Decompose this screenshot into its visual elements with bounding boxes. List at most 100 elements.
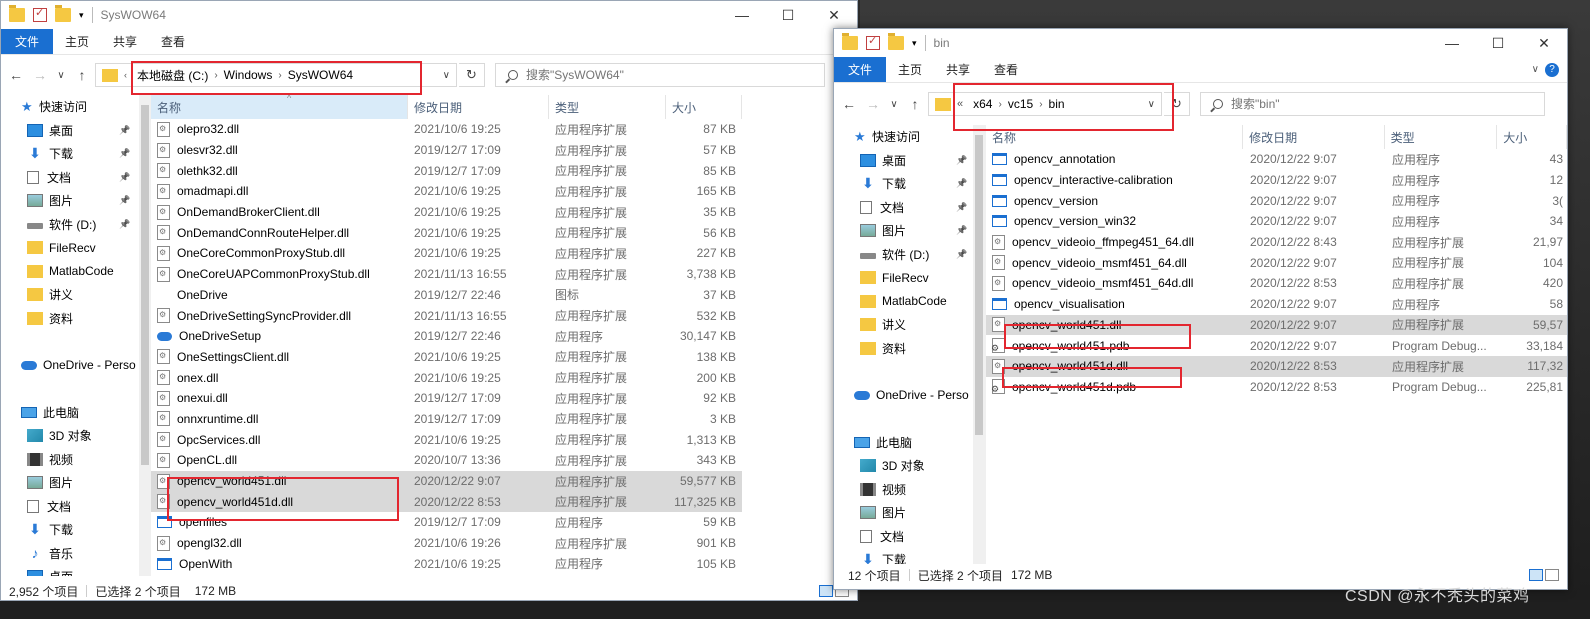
pin-icon[interactable]: 📌	[119, 195, 130, 206]
nav-item[interactable]: 讲义	[834, 313, 985, 337]
properties-icon[interactable]	[33, 6, 47, 22]
breadcrumb-bin[interactable]: bin	[1049, 97, 1065, 111]
chevron-down-icon[interactable]: ∨	[443, 70, 450, 81]
forward-arrow-icon[interactable]: →	[29, 63, 51, 87]
nav-scrollbar-thumb[interactable]	[975, 135, 983, 435]
nav-item[interactable]: ⬇ 下载	[1, 518, 150, 542]
chevron-right-icon[interactable]: ›	[1039, 99, 1042, 110]
tab-view[interactable]: 查看	[982, 57, 1030, 82]
breadcrumb-x64[interactable]: x64	[973, 97, 992, 111]
nav-item[interactable]: 桌面 📌	[834, 149, 985, 173]
nav-item[interactable]: ★ 快速访问	[834, 125, 985, 149]
column-size[interactable]: 大小	[1497, 125, 1567, 149]
back-arrow-icon[interactable]: ←	[838, 92, 860, 116]
new-folder-icon[interactable]	[55, 5, 71, 22]
nav-item[interactable]: 桌面 📌	[1, 119, 150, 143]
file-row[interactable]: OneSettingsClient.dll 2021/10/6 19:25 应用程序…	[151, 347, 742, 368]
nav-item[interactable]: ★ 快速访问	[1, 95, 150, 119]
pin-icon[interactable]: 📌	[956, 178, 967, 189]
nav-item[interactable]: ♪ 音乐	[1, 542, 150, 566]
nav-item[interactable]: FileRecv	[1, 236, 150, 260]
nav-item[interactable]: 资料	[1, 307, 150, 331]
file-row[interactable]: OpenCL.dll 2020/10/7 13:36 应用程序扩展 343 KB	[151, 450, 742, 471]
file-row[interactable]: opencv_annotation 2020/12/22 9:07 应用程序 43	[986, 149, 1567, 170]
nav-item[interactable]: OneDrive - Perso	[834, 384, 985, 408]
file-row[interactable]: OpenWith 2021/10/6 19:25 应用程序 105 KB	[151, 553, 742, 574]
breadcrumb-windows[interactable]: Windows	[224, 68, 273, 82]
file-row[interactable]: OneCoreCommonProxyStub.dll 2021/10/6 19:2…	[151, 243, 742, 264]
nav-item[interactable]: 桌面	[1, 565, 150, 576]
close-icon[interactable]: ✕	[811, 1, 857, 29]
pin-icon[interactable]: 📌	[956, 225, 967, 236]
tab-view[interactable]: 查看	[149, 29, 197, 54]
column-type[interactable]: 类型	[549, 95, 666, 119]
nav-item[interactable]: ⬇ 下载 📌	[1, 142, 150, 166]
maximize-icon[interactable]: ☐	[1475, 29, 1521, 57]
file-row[interactable]: onex.dll 2021/10/6 19:25 应用程序扩展 200 KB	[151, 367, 742, 388]
pin-icon[interactable]: 📌	[956, 155, 967, 166]
pin-icon[interactable]: 📌	[119, 148, 130, 159]
file-row[interactable]: OnDemandConnRouteHelper.dll 2021/10/6 19:…	[151, 222, 742, 243]
chevron-right-icon[interactable]: ›	[998, 99, 1001, 110]
file-row[interactable]: OneDriveSettingSyncProvider.dll 2021/11/1…	[151, 305, 742, 326]
nav-item[interactable]: 图片	[834, 501, 985, 525]
column-type[interactable]: 类型	[1385, 125, 1498, 149]
file-row[interactable]: olethk32.dll 2019/12/7 17:09 应用程序扩展 85 KB	[151, 160, 742, 181]
tab-home[interactable]: 主页	[886, 57, 934, 82]
nav-item[interactable]: 软件 (D:) 📌	[834, 243, 985, 267]
nav-item[interactable]: FileRecv	[834, 266, 985, 290]
customize-toolbar-icon[interactable]: ▾	[79, 10, 84, 21]
file-row[interactable]: OnDemandBrokerClient.dll 2021/10/6 19:25 应…	[151, 202, 742, 223]
nav-item[interactable]: 文档 📌	[834, 196, 985, 220]
nav-item[interactable]: 此电脑	[834, 431, 985, 455]
nav-item[interactable]: 视频	[1, 448, 150, 472]
file-row[interactable]: omadmapi.dll 2021/10/6 19:25 应用程序扩展 165 KB	[151, 181, 742, 202]
file-row[interactable]: olepro32.dll 2021/10/6 19:25 应用程序扩展 87 KB	[151, 119, 742, 140]
nav-item[interactable]: 视频	[834, 478, 985, 502]
file-row[interactable]: OneDriveSetup 2019/12/7 22:46 应用程序 30,147 K…	[151, 326, 742, 347]
nav-scrollbar-thumb[interactable]	[141, 105, 149, 465]
file-row[interactable]: opencv_world451d.dll 2020/12/22 8:53 应用程序扩…	[986, 355, 1567, 377]
nav-scrollbar[interactable]	[973, 125, 985, 568]
back-arrow-icon[interactable]: ←	[5, 63, 27, 87]
details-view-icon[interactable]	[819, 585, 833, 597]
nav-item[interactable]: 文档 📌	[1, 166, 150, 190]
file-row[interactable]: opencv_world451.dll 2020/12/22 9:07 应用程序扩展…	[151, 470, 742, 492]
pin-icon[interactable]: 📌	[119, 172, 130, 183]
search-input[interactable]	[526, 68, 822, 82]
nav-item[interactable]: 讲义	[1, 283, 150, 307]
pin-icon[interactable]: 📌	[956, 249, 967, 260]
pin-icon[interactable]: 📌	[119, 219, 130, 230]
new-folder-icon[interactable]	[888, 33, 904, 50]
tab-share[interactable]: 共享	[934, 57, 982, 82]
chevron-right-icon[interactable]: ›	[214, 70, 217, 81]
pin-icon[interactable]: 📌	[956, 202, 967, 213]
file-row[interactable]: onexui.dll 2019/12/7 17:09 应用程序扩展 92 KB	[151, 388, 742, 409]
details-view-icon[interactable]	[1529, 569, 1543, 581]
file-row[interactable]: opengl32.dll 2021/10/6 19:26 应用程序扩展 901 KB	[151, 533, 742, 554]
nav-item[interactable]: 图片 📌	[834, 219, 985, 243]
maximize-icon[interactable]: ☐	[765, 1, 811, 29]
close-icon[interactable]: ✕	[1521, 29, 1567, 57]
search-box[interactable]	[495, 63, 825, 87]
file-row[interactable]: opencv_world451.pdb 2020/12/22 9:07 Progra…	[986, 335, 1567, 356]
file-row[interactable]: opencv_version 2020/12/22 9:07 应用程序 3(	[986, 190, 1567, 211]
tab-file[interactable]: 文件	[1, 29, 54, 54]
file-row[interactable]: openfiles 2019/12/7 17:09 应用程序 59 KB	[151, 512, 742, 533]
file-row[interactable]: opencv_videoio_msmf451_64.dll 2020/12/22 …	[986, 252, 1567, 273]
address-bar[interactable]: « x64 › vc15 › bin ∨	[928, 92, 1162, 116]
column-name[interactable]: 名称	[151, 95, 408, 119]
file-row[interactable]: OneCoreUAPCommonProxyStub.dll 2021/11/13 …	[151, 264, 742, 285]
breadcrumb-vc15[interactable]: vc15	[1008, 97, 1033, 111]
nav-item[interactable]: 图片 📌	[1, 189, 150, 213]
column-date[interactable]: 修改日期	[1243, 125, 1385, 149]
nav-item[interactable]: 图片	[1, 471, 150, 495]
title-bar[interactable]: ▾ bin — ☐ ✕	[834, 29, 1567, 57]
nav-item[interactable]: 文档	[1, 495, 150, 519]
help-icon[interactable]: ?	[1545, 62, 1559, 77]
refresh-icon[interactable]: ↻	[459, 63, 485, 87]
nav-item[interactable]: MatlabCode	[834, 290, 985, 314]
file-row[interactable]: olesvr32.dll 2019/12/7 17:09 应用程序扩展 57 KB	[151, 140, 742, 161]
chevron-down-icon[interactable]: ∨	[1148, 99, 1155, 110]
nav-scrollbar[interactable]	[139, 95, 150, 576]
